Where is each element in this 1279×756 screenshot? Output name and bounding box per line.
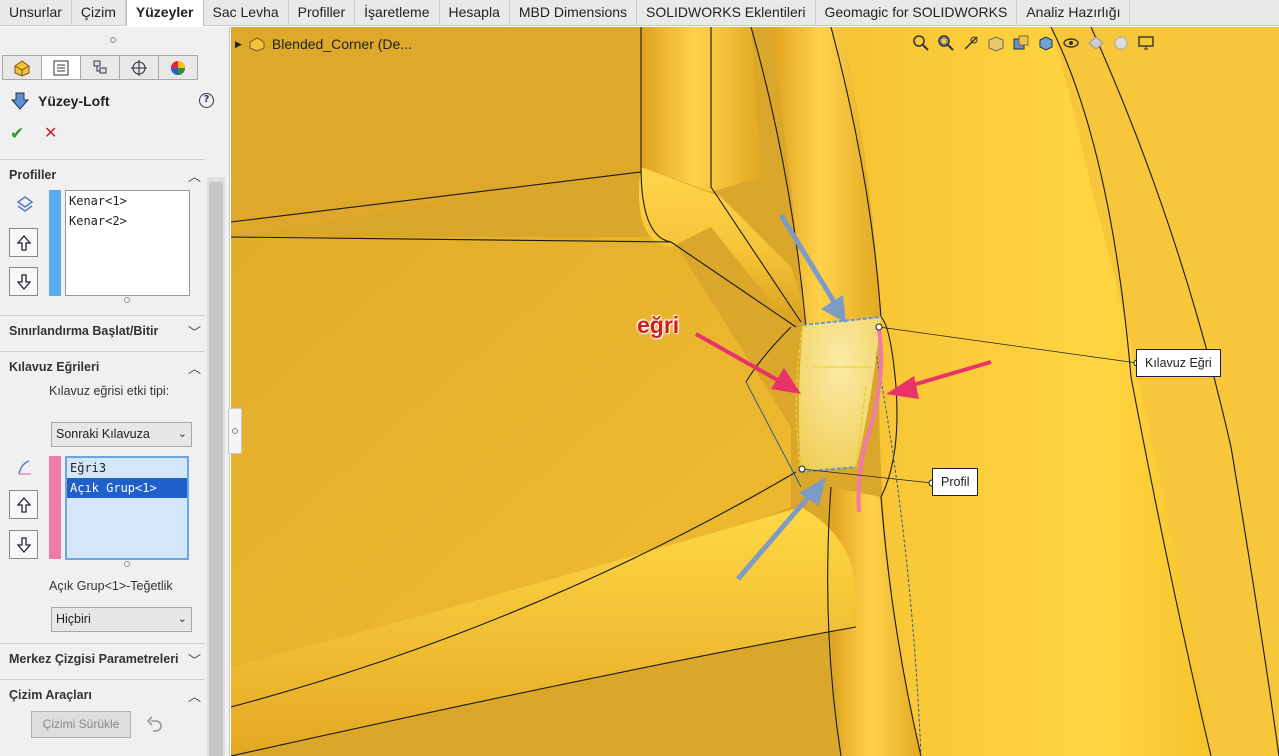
resize-handle[interactable] <box>124 561 130 567</box>
tab-sac-levha[interactable]: Sac Levha <box>204 0 289 26</box>
property-manager: Yüzey-Loft ? ✔ ✕ Profiller ︿ Kenar<1> Ke… <box>0 27 230 756</box>
tab-hesapla[interactable]: Hesapla <box>440 0 510 26</box>
part-model[interactable] <box>231 27 1279 756</box>
tab-analiz-hazirligi[interactable]: Analiz Hazırlığı <box>1017 0 1131 26</box>
panel-scrollbar[interactable] <box>207 177 225 756</box>
move-down-button[interactable] <box>9 267 38 296</box>
guide-influence-value: Sonraki Kılavuza <box>56 427 150 441</box>
surface-loft-icon <box>10 92 30 110</box>
breadcrumb-label: Blended_Corner (De... <box>271 36 412 52</box>
zoom-to-area-icon[interactable] <box>936 33 956 53</box>
resize-handle[interactable] <box>124 297 130 303</box>
arrow-down-icon <box>16 536 31 553</box>
section-centerline-title: Merkez Çizgisi Parametreleri <box>9 652 179 666</box>
ribbon-spacer <box>1130 0 1279 25</box>
ok-button[interactable]: ✔ <box>10 124 24 144</box>
guide-curves-list[interactable]: Eğri3 Açık Grup<1> <box>65 456 189 560</box>
undo-icon[interactable] <box>146 716 165 735</box>
chevron-up-icon[interactable]: ︿ <box>188 166 201 185</box>
cancel-button[interactable]: ✕ <box>44 123 57 142</box>
breadcrumb[interactable]: ▶ Blended_Corner (De... <box>235 36 412 52</box>
tab-solidworks-eklentileri[interactable]: SOLIDWORKS Eklentileri <box>637 0 816 26</box>
previous-view-icon[interactable] <box>961 33 981 53</box>
ribbon-tabs: Unsurlar Çizim Yüzeyler Sac Levha Profil… <box>0 0 1279 26</box>
list-item[interactable]: Eğri3 <box>67 458 187 478</box>
feature-title-label: Yüzey-Loft <box>38 93 110 109</box>
manager-tabs <box>2 55 198 80</box>
crosshair-icon <box>131 59 147 76</box>
chevron-up-icon[interactable]: ︿ <box>188 358 201 377</box>
section-sketch-tools[interactable]: Çizim Araçları ︿ <box>0 679 205 709</box>
property-manager-tab[interactable] <box>41 55 81 80</box>
guide-move-down-button[interactable] <box>9 530 38 559</box>
property-manager-icon <box>53 60 69 75</box>
section-guide-curves[interactable]: Kılavuz Eğrileri ︿ <box>0 351 205 381</box>
dimxpert-manager-tab[interactable] <box>119 55 159 80</box>
expand-arrow-icon[interactable]: ▶ <box>235 39 242 50</box>
section-start-end-constraints[interactable]: Sınırlandırma Başlat/Bitir ﹀ <box>0 315 205 345</box>
tangency-value: Hiçbiri <box>56 612 91 626</box>
section-view-icon[interactable] <box>986 33 1006 53</box>
panel-grip[interactable] <box>0 27 229 53</box>
guide-curves-color-bar <box>49 456 61 559</box>
color-wheel-icon <box>171 60 185 75</box>
dynamic-annotation-icon[interactable] <box>1011 33 1031 53</box>
guide-curve-selection-icon <box>15 458 35 481</box>
feature-manager-tab[interactable] <box>2 55 42 80</box>
tab-cizim[interactable]: Çizim <box>72 0 126 26</box>
profiles-list[interactable]: Kenar<1> Kenar<2> <box>65 190 190 296</box>
section-start-end-title: Sınırlandırma Başlat/Bitir <box>9 324 159 338</box>
tab-profiller[interactable]: Profiller <box>289 0 356 26</box>
tab-isaretleme[interactable]: İşaretleme <box>355 0 440 26</box>
display-style-icon[interactable] <box>1061 33 1081 53</box>
view-orientation-icon[interactable] <box>1036 33 1056 53</box>
guide-influence-label: Kılavuz eğrisi etki tipi: <box>49 384 170 398</box>
tab-unsurlar[interactable]: Unsurlar <box>0 0 72 26</box>
tangency-label: Açık Grup<1>-Teğetlik <box>49 579 173 593</box>
section-centerline[interactable]: Merkez Çizgisi Parametreleri ﹀ <box>0 643 205 673</box>
part-icon <box>249 37 265 52</box>
annotation-label: eğri <box>637 312 680 338</box>
profile-selection-icon <box>15 194 35 217</box>
arrow-down-icon <box>16 273 31 290</box>
display-manager-tab[interactable] <box>158 55 198 80</box>
tab-geomagic[interactable]: Geomagic for SOLIDWORKS <box>816 0 1018 26</box>
tab-mbd-dimensions[interactable]: MBD Dimensions <box>510 0 638 26</box>
help-icon[interactable]: ? <box>199 93 214 108</box>
arrow-up-icon <box>16 234 31 251</box>
tangency-select[interactable]: Hiçbiri ⌄ <box>51 607 192 632</box>
chevron-down-icon: ⌄ <box>177 428 187 440</box>
list-item[interactable]: Kenar<2> <box>66 211 189 231</box>
graphics-viewport[interactable]: ▶ Blended_Corner (De... eğri Kılavuz Eğr… <box>231 27 1279 756</box>
zoom-to-fit-icon[interactable] <box>911 33 931 53</box>
feature-manager-icon <box>14 59 30 77</box>
section-guide-curves-title: Kılavuz Eğrileri <box>9 360 100 374</box>
arrow-up-icon <box>16 496 31 513</box>
hide-show-items-icon[interactable] <box>1086 33 1106 53</box>
section-sketch-tools-title: Çizim Araçları <box>9 688 92 702</box>
profile-callout[interactable]: Profil <box>932 468 979 496</box>
feature-title: Yüzey-Loft <box>10 91 110 111</box>
guide-move-up-button[interactable] <box>9 490 38 519</box>
profiles-color-bar <box>49 190 61 296</box>
heads-up-view-toolbar <box>911 33 1156 53</box>
guide-curve-callout[interactable]: Kılavuz Eğri <box>1136 349 1221 377</box>
chevron-down-icon[interactable]: ﹀ <box>188 650 201 669</box>
section-profiles[interactable]: Profiller ︿ <box>0 159 205 189</box>
chevron-down-icon[interactable]: ﹀ <box>188 322 201 341</box>
list-item[interactable]: Kenar<1> <box>66 191 189 211</box>
configuration-manager-tab[interactable] <box>80 55 120 80</box>
section-profiles-title: Profiller <box>9 168 57 182</box>
configuration-manager-icon <box>93 60 107 73</box>
chevron-up-icon[interactable]: ︿ <box>188 686 201 705</box>
panel-collapse-handle[interactable] <box>228 408 242 454</box>
edit-appearance-icon[interactable] <box>1111 33 1131 53</box>
tab-yuzeyler[interactable]: Yüzeyler <box>125 0 204 26</box>
drag-sketch-button[interactable]: Çizimi Sürükle <box>31 711 131 738</box>
list-item-selected[interactable]: Açık Grup<1> <box>67 478 187 498</box>
apply-scene-icon[interactable] <box>1136 33 1156 53</box>
guide-influence-select[interactable]: Sonraki Kılavuza ⌄ <box>51 422 192 447</box>
move-up-button[interactable] <box>9 228 38 257</box>
chevron-down-icon: ⌄ <box>177 613 187 625</box>
